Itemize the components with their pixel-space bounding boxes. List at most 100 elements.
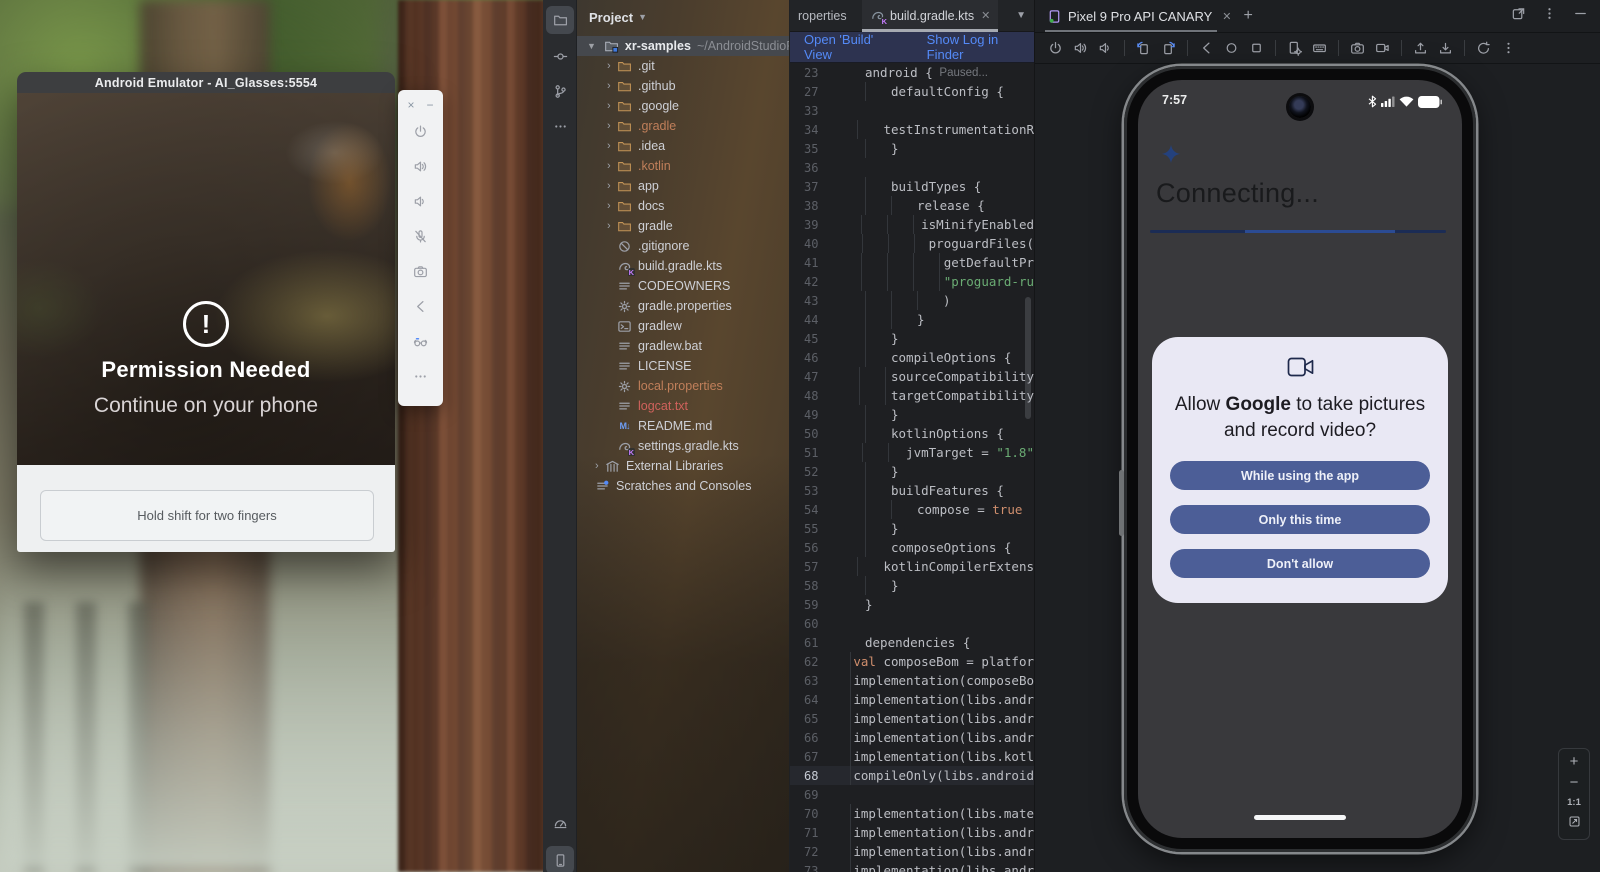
code-area[interactable]: 23android {Paused...27defaultConfig {33 3… [790, 63, 1034, 872]
zoom-out-button[interactable]: − [1570, 776, 1579, 790]
chevron-down-icon[interactable]: ▼ [587, 41, 596, 51]
code-line[interactable]: 64implementation(libs.andr [790, 690, 1034, 709]
code-line[interactable]: 51jvmTarget = "1.8" [790, 443, 1034, 462]
while-using-app-button[interactable]: While using the app [1170, 461, 1430, 490]
code-line[interactable]: 47sourceCompatibility [790, 367, 1034, 386]
power-button[interactable] [1045, 38, 1066, 59]
tree-item[interactable]: gradlew.bat [577, 336, 789, 356]
code-line[interactable]: 48targetCompatibility [790, 386, 1034, 405]
home-button[interactable] [1221, 38, 1242, 59]
open-build-view-link[interactable]: Open 'Build' View [804, 32, 901, 62]
minimize-icon[interactable]: − [427, 98, 434, 112]
code-line[interactable]: 36 [790, 158, 1034, 177]
fit-to-window-icon[interactable] [1568, 815, 1581, 833]
chevron-right-icon[interactable]: › [595, 456, 605, 476]
code-line[interactable]: 50kotlinOptions { [790, 424, 1034, 443]
code-line[interactable]: 54compose = true [790, 500, 1034, 519]
show-log-in-finder-link[interactable]: Show Log in Finder [927, 32, 1034, 62]
tab-properties[interactable]: roperties [790, 0, 862, 31]
chevron-right-icon[interactable]: › [607, 76, 617, 96]
volume-down-button[interactable] [404, 184, 438, 219]
project-panel-header[interactable]: Project ▼ [589, 5, 647, 29]
activity-profiler-button[interactable] [546, 808, 574, 836]
activity-more-h-button[interactable] [546, 112, 574, 140]
tree-item[interactable]: Kbuild.gradle.kts [577, 256, 789, 276]
tree-item[interactable]: ›.git [577, 56, 789, 76]
camera-button[interactable] [1347, 38, 1368, 59]
activity-commit-button[interactable] [546, 42, 574, 70]
activity-branch-button[interactable] [546, 77, 574, 105]
tree-item[interactable]: Ksettings.gradle.kts [577, 436, 789, 456]
code-line[interactable]: 33 [790, 101, 1034, 120]
code-line[interactable]: 42"proguard-ru [790, 272, 1034, 291]
tree-item[interactable]: .gitignore [577, 236, 789, 256]
code-line[interactable]: 37buildTypes { [790, 177, 1034, 196]
activity-device-manager-button[interactable] [546, 846, 574, 872]
tree-item[interactable]: ›docs [577, 196, 789, 216]
tree-item[interactable]: ›.gradle [577, 116, 789, 136]
chevron-right-icon[interactable]: › [607, 196, 617, 216]
code-line[interactable]: 23android {Paused... [790, 63, 1034, 82]
chevron-right-icon[interactable]: › [607, 156, 617, 176]
download-button[interactable] [1435, 38, 1456, 59]
back-button[interactable] [404, 289, 438, 324]
overview-button[interactable] [1246, 38, 1267, 59]
volume-up-button[interactable] [404, 149, 438, 184]
activity-project-folder-button[interactable] [546, 6, 574, 34]
zoom-in-button[interactable]: + [1570, 755, 1579, 769]
chevron-right-icon[interactable]: › [607, 116, 617, 136]
more-h-button[interactable] [404, 359, 438, 394]
reset-button[interactable] [1473, 38, 1494, 59]
tree-item[interactable]: gradlew [577, 316, 789, 336]
close-icon[interactable]: × [407, 98, 414, 112]
hidden-tabs-chevron-icon[interactable]: ▼ [1016, 10, 1034, 21]
tree-item[interactable]: logcat.txt [577, 396, 789, 416]
glasses-button[interactable] [404, 324, 438, 359]
editor-scrollbar[interactable] [1025, 297, 1031, 419]
code-line[interactable]: 72implementation(libs.andr [790, 842, 1034, 861]
code-line[interactable]: 35} [790, 139, 1034, 158]
project-root-row[interactable]: ▼ xr-samples ~/AndroidStudioProj [577, 36, 789, 56]
chevron-right-icon[interactable]: › [607, 216, 617, 236]
code-line[interactable]: 63implementation(composeBo [790, 671, 1034, 690]
tree-item[interactable]: ›.kotlin [577, 156, 789, 176]
chevron-right-icon[interactable]: › [607, 176, 617, 196]
keyboard-button[interactable] [1309, 38, 1330, 59]
code-line[interactable]: 40proguardFiles( [790, 234, 1034, 253]
mic-off-button[interactable] [404, 219, 438, 254]
code-line[interactable]: 56composeOptions { [790, 538, 1034, 557]
code-line[interactable]: 52} [790, 462, 1034, 481]
device-tab-pixel-9-pro[interactable]: Pixel 9 Pro API CANARY ✕ [1047, 0, 1231, 32]
only-this-time-button[interactable]: Only this time [1170, 505, 1430, 534]
tree-item[interactable]: ›.idea [577, 136, 789, 156]
code-line[interactable]: 73implementation(libs.andr [790, 861, 1034, 872]
tree-item[interactable]: ›app [577, 176, 789, 196]
tree-item[interactable]: gradle.properties [577, 296, 789, 316]
device-screen[interactable]: 7:57 Connecting... Allow Google to take … [1138, 80, 1462, 838]
code-line[interactable]: 58} [790, 576, 1034, 595]
tree-item[interactable]: ›External Libraries [577, 456, 789, 476]
tree-item[interactable]: ›.google [577, 96, 789, 116]
code-line[interactable]: 45} [790, 329, 1034, 348]
more-options-icon[interactable] [1542, 6, 1557, 26]
code-line[interactable]: 39isMinifyEnabled [790, 215, 1034, 234]
code-line[interactable]: 38release { [790, 196, 1034, 215]
tree-item[interactable]: local.properties [577, 376, 789, 396]
code-line[interactable]: 61dependencies { [790, 633, 1034, 652]
upload-button[interactable] [1410, 38, 1431, 59]
code-line[interactable]: 55} [790, 519, 1034, 538]
code-line[interactable]: 67implementation(libs.kotl [790, 747, 1034, 766]
code-line[interactable]: 46compileOptions { [790, 348, 1034, 367]
tab-build-gradle-kts[interactable]: K build.gradle.kts ✕ [862, 0, 998, 31]
open-in-new-window-icon[interactable] [1511, 6, 1526, 26]
code-line[interactable]: 65implementation(libs.andr [790, 709, 1034, 728]
zoom-ratio-button[interactable]: 1:1 [1567, 797, 1581, 808]
rotate-right-button[interactable] [1158, 38, 1179, 59]
code-line[interactable]: 57kotlinCompilerExtens [790, 557, 1034, 576]
tree-item[interactable]: ›.github [577, 76, 789, 96]
code-line[interactable]: 27defaultConfig { [790, 82, 1034, 101]
code-line[interactable]: 70implementation(libs.mate [790, 804, 1034, 823]
close-icon[interactable]: ✕ [1222, 10, 1231, 23]
rotate-left-button[interactable] [1133, 38, 1154, 59]
chevron-right-icon[interactable]: › [607, 136, 617, 156]
